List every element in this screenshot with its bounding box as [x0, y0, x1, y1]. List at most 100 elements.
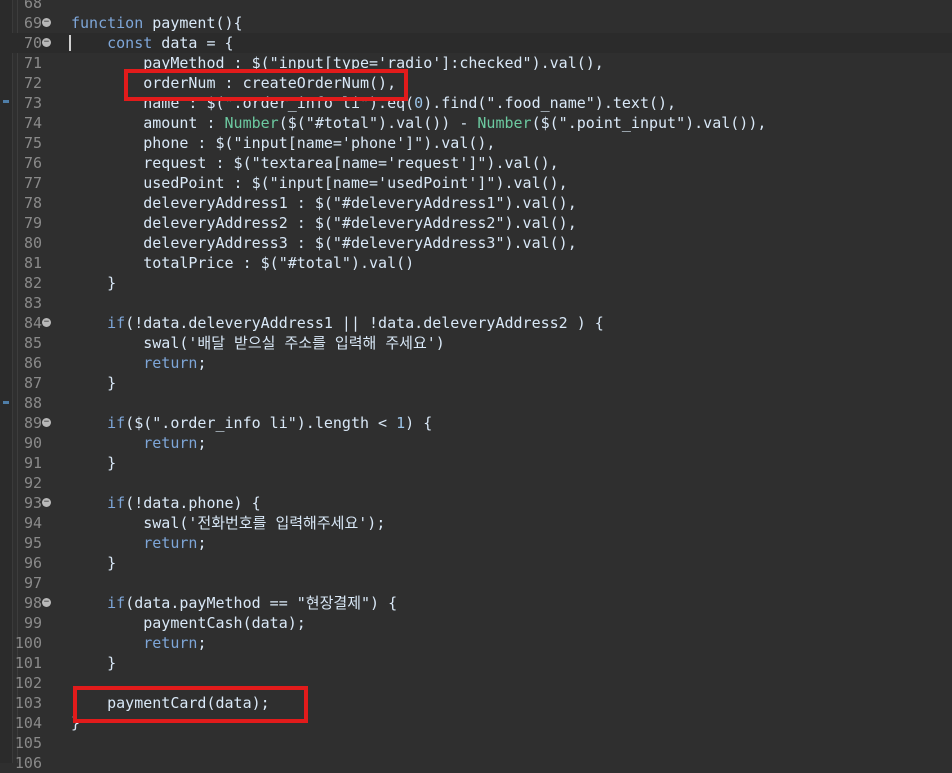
line-number: 73 [23, 94, 42, 112]
code-line[interactable]: 105 [0, 733, 952, 753]
code-line[interactable]: 76 request : $("textarea[name='request']… [0, 153, 952, 173]
code-line[interactable]: 89− if($(".order_info li").length < 1) { [0, 413, 952, 433]
code-line[interactable]: 87 } [0, 373, 952, 393]
code-text: return; [143, 434, 207, 452]
line-number: 97 [23, 574, 42, 592]
fold-toggle-icon[interactable]: − [42, 38, 51, 47]
code-text: deleveryAddress1 : $("#deleveryAddress1"… [71, 194, 577, 212]
line-number: 80 [23, 234, 42, 252]
line-number: 84 [23, 314, 42, 332]
code-text: function payment(){ [71, 14, 243, 32]
code-line[interactable]: 95 return; [0, 533, 952, 553]
code-line[interactable]: 86 return; [0, 353, 952, 373]
line-number: 74 [23, 114, 42, 132]
code-text: swal('배달 받으실 주소를 입력해 주세요') [71, 334, 445, 352]
fold-toggle-icon[interactable]: − [42, 18, 51, 27]
code-line[interactable]: 69− function payment(){ [0, 13, 952, 33]
line-number: 77 [23, 174, 42, 192]
code-text: return; [143, 354, 207, 372]
code-line[interactable]: 94 swal('전화번호를 입력해주세요'); [0, 513, 952, 533]
code-line[interactable]: 88 [0, 393, 952, 413]
code-line[interactable]: 80 deleveryAddress3 : $("#deleveryAddres… [0, 233, 952, 253]
code-line[interactable]: 85 swal('배달 받으실 주소를 입력해 주세요') [0, 333, 952, 353]
code-line[interactable]: 79 deleveryAddress2 : $("#deleveryAddres… [0, 213, 952, 233]
code-line[interactable]: 75 phone : $("input[name='phone']").val(… [0, 133, 952, 153]
code-line[interactable]: 106 [0, 753, 952, 773]
code-line[interactable]: 92 [0, 473, 952, 493]
code-line[interactable]: 83 [0, 293, 952, 313]
code-line[interactable]: 101 } [0, 653, 952, 673]
code-line[interactable]: 77 usedPoint : $("input[name='usedPoint'… [0, 173, 952, 193]
line-number: 75 [23, 134, 42, 152]
line-number: 71 [23, 54, 42, 72]
line-number: 101 [14, 654, 42, 672]
code-line[interactable]: 74 amount : Number($("#total").val()) - … [0, 113, 952, 133]
fold-toggle-icon[interactable]: − [42, 498, 51, 507]
code-text: totalPrice : $("#total").val() [71, 254, 415, 272]
line-number: 87 [23, 374, 42, 392]
code-line[interactable]: 98− if(data.payMethod == "현장결제") { [0, 593, 952, 613]
code-text: if($(".order_info li").length < 1) { [107, 414, 433, 432]
line-number: 76 [23, 154, 42, 172]
code-text: } [71, 554, 117, 572]
code-text: } [71, 654, 117, 672]
code-line[interactable]: 82 } [0, 273, 952, 293]
line-number: 81 [23, 254, 42, 272]
line-number: 96 [23, 554, 42, 572]
code-text: } [71, 374, 117, 392]
fold-toggle-icon[interactable]: − [42, 318, 51, 327]
code-line[interactable]: 68 [0, 0, 952, 13]
code-line[interactable]: 100 return; [0, 633, 952, 653]
code-line[interactable]: 84− if(!data.deleveryAddress1 || !data.d… [0, 313, 952, 333]
line-number: 72 [23, 74, 42, 92]
code-text: phone : $("input[name='phone']").val(), [71, 134, 496, 152]
line-number: 105 [14, 734, 42, 752]
code-text: if(!data.phone) { [107, 494, 261, 512]
line-number: 99 [23, 614, 42, 632]
code-text: return; [143, 534, 207, 552]
code-line[interactable]: 78 deleveryAddress1 : $("#deleveryAddres… [0, 193, 952, 213]
line-number: 90 [23, 434, 42, 452]
line-number: 93 [23, 494, 42, 512]
line-number: 95 [23, 534, 42, 552]
line-number: 103 [14, 694, 42, 712]
code-line[interactable]: 81 totalPrice : $("#total").val() [0, 253, 952, 273]
code-text: const data = { [107, 34, 234, 52]
code-text: paymentCash(data); [71, 614, 306, 632]
line-number: 79 [23, 214, 42, 232]
line-number: 98 [23, 594, 42, 612]
code-text: usedPoint : $("input[name='usedPoint']")… [71, 174, 568, 192]
line-number: 86 [23, 354, 42, 372]
code-line[interactable]: 91 } [0, 453, 952, 473]
line-number: 69 [23, 14, 42, 32]
code-line[interactable]: 96 } [0, 553, 952, 573]
code-line[interactable]: 70− const data = { [0, 33, 952, 53]
code-line[interactable]: 90 return; [0, 433, 952, 453]
code-text: if(data.payMethod == "현장결제") { [107, 594, 398, 612]
line-number: 85 [23, 334, 42, 352]
line-number: 92 [23, 474, 42, 492]
code-text: deleveryAddress2 : $("#deleveryAddress2"… [71, 214, 577, 232]
line-number: 83 [23, 294, 42, 312]
line-number: 102 [14, 674, 42, 692]
code-line[interactable]: 99 paymentCash(data); [0, 613, 952, 633]
highlight-box-ordernum [124, 69, 408, 101]
code-text: if(!data.deleveryAddress1 || !data.delev… [107, 314, 604, 332]
code-text: request : $("textarea[name='request']").… [71, 154, 559, 172]
code-text: amount : Number($("#total").val()) - Num… [71, 114, 767, 132]
code-text: } [71, 454, 117, 472]
code-text: swal('전화번호를 입력해주세요'); [71, 514, 386, 532]
code-line[interactable]: 93− if(!data.phone) { [0, 493, 952, 513]
highlight-box-paymentcard [73, 686, 308, 723]
line-number: 78 [23, 194, 42, 212]
line-number: 88 [23, 394, 42, 412]
code-line[interactable]: 97 [0, 573, 952, 593]
line-number: 106 [14, 754, 42, 772]
code-text: deleveryAddress3 : $("#deleveryAddress3"… [71, 234, 577, 252]
line-number: 100 [14, 634, 42, 652]
line-number: 89 [23, 414, 42, 432]
line-number: 104 [14, 714, 42, 732]
fold-toggle-icon[interactable]: − [42, 418, 51, 427]
line-number: 68 [23, 0, 42, 12]
fold-toggle-icon[interactable]: − [42, 598, 51, 607]
